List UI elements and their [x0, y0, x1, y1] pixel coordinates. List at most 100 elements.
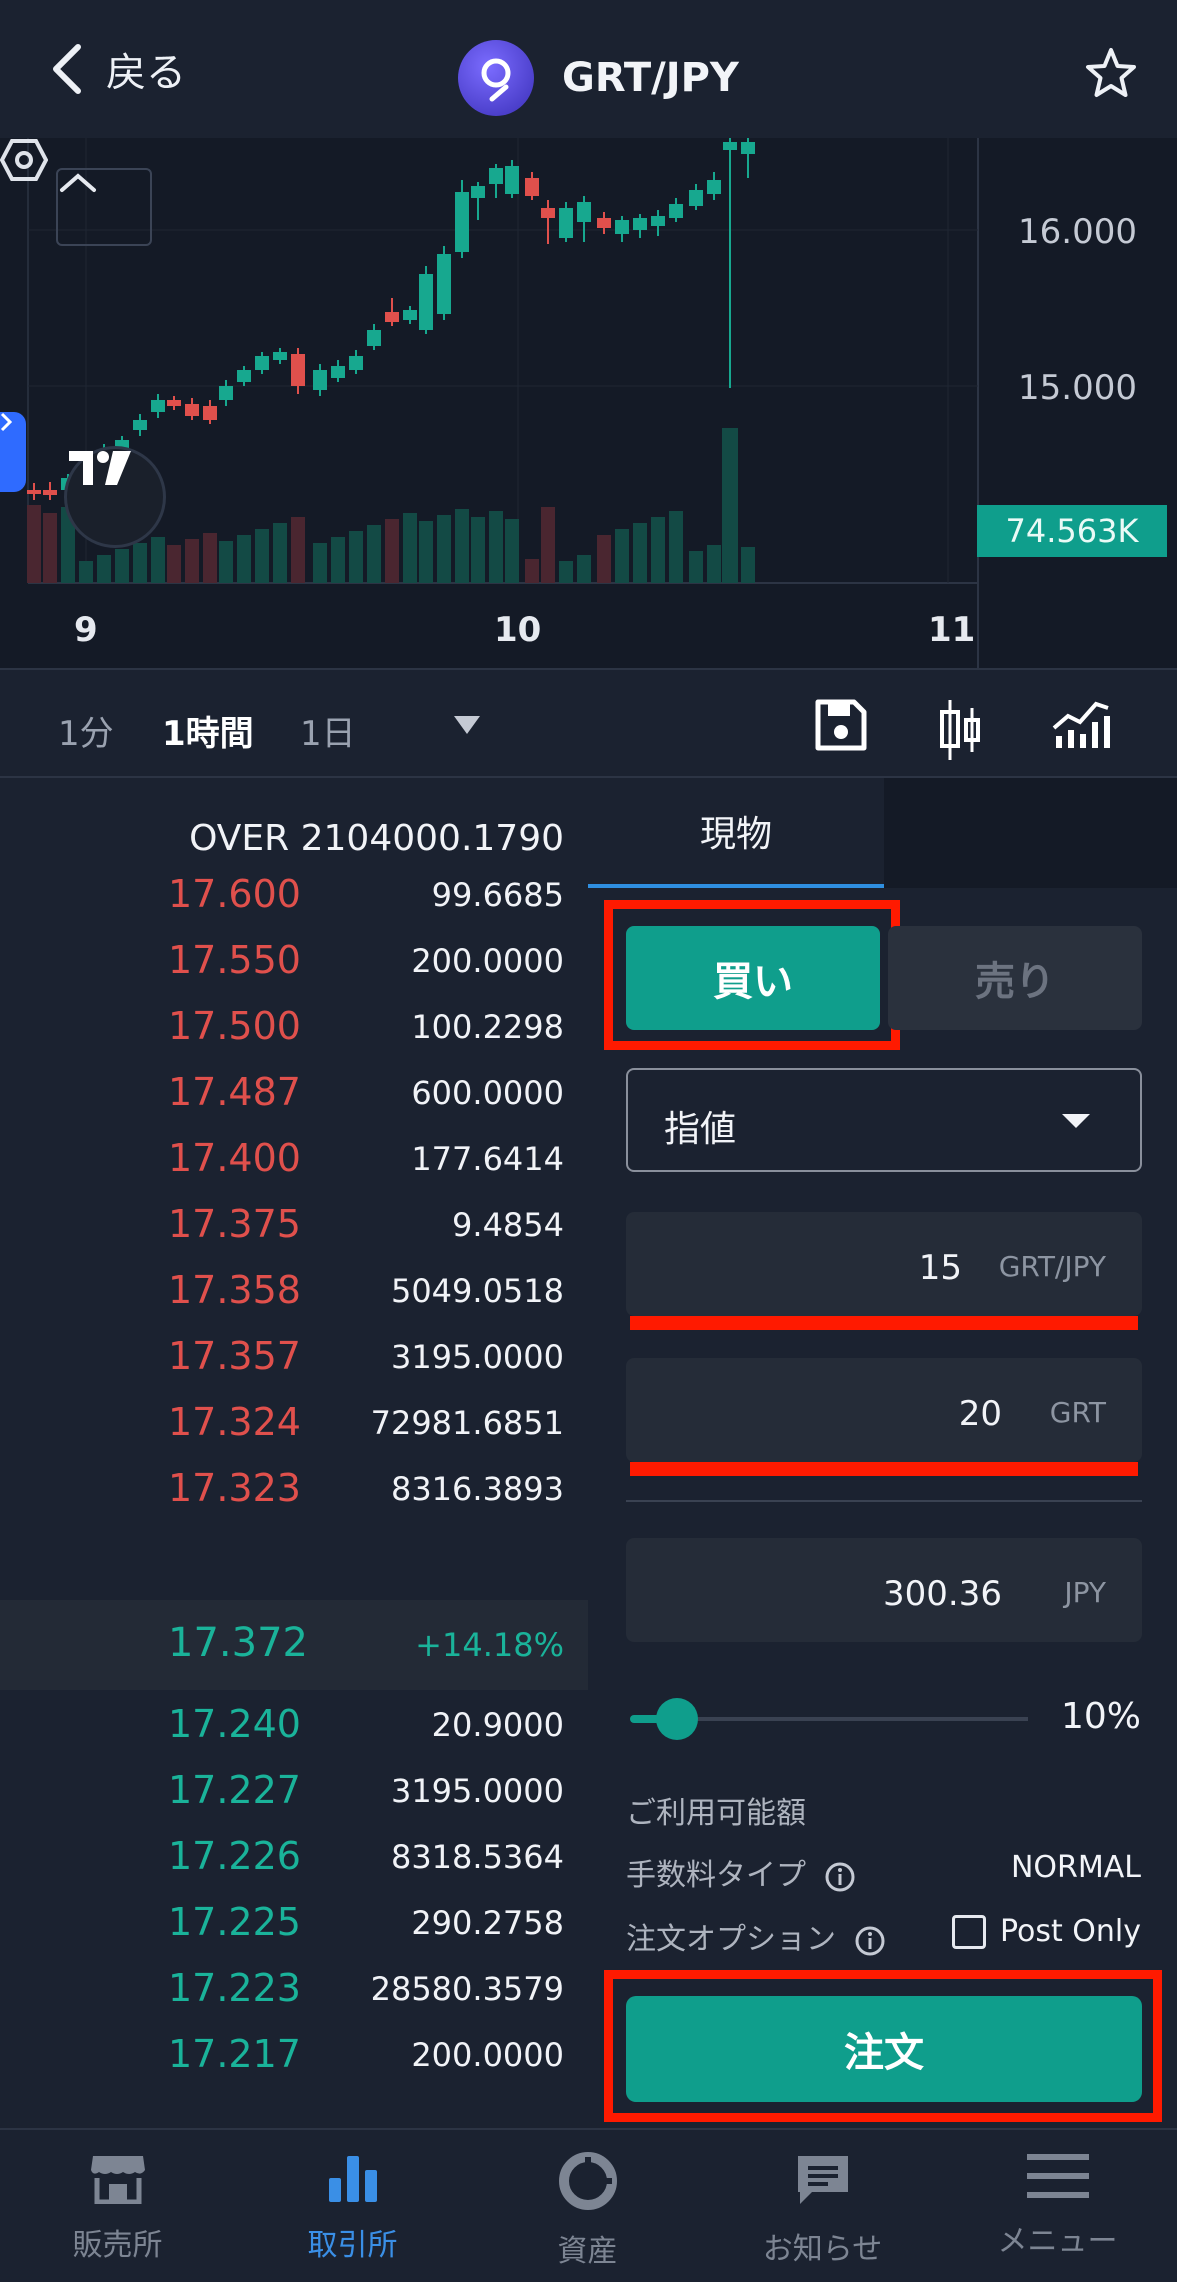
- ask-row[interactable]: 17.357 3195.0000: [0, 1324, 588, 1390]
- chevron-up-icon: [60, 173, 96, 192]
- bid-qty: 28580.3579: [370, 1970, 564, 2008]
- ask-price: 17.400: [168, 1136, 301, 1180]
- last-price: 17.372: [168, 1620, 308, 1666]
- ask-price: 17.550: [168, 938, 301, 982]
- order-type-select[interactable]: 指値: [626, 1068, 1142, 1172]
- ask-row[interactable]: 17.323 8316.3893: [0, 1456, 588, 1522]
- fee-type-row: 手数料タイプ: [626, 1850, 856, 1894]
- volume-badge: 74.563K: [977, 505, 1167, 557]
- ask-price: 17.487: [168, 1070, 301, 1114]
- amount-slider-thumb[interactable]: [656, 1698, 698, 1740]
- ask-price: 17.357: [168, 1334, 301, 1378]
- price-highlight-underline: [630, 1316, 1138, 1330]
- ask-price: 17.500: [168, 1004, 301, 1048]
- price-axis-label: 15.000: [1018, 368, 1137, 408]
- amount-slider-track[interactable]: [648, 1717, 1028, 1721]
- fee-type-value: NORMAL: [1010, 1850, 1141, 1885]
- bar-chart-icon: [328, 2156, 377, 2202]
- nav-label: 資産: [557, 2234, 618, 2269]
- post-only-checkbox[interactable]: [951, 1914, 986, 1949]
- total-input[interactable]: 300.36 JPY: [626, 1538, 1142, 1642]
- candle-style-icon[interactable]: [938, 698, 982, 762]
- save-icon[interactable]: [814, 698, 868, 752]
- side-panel-handle[interactable]: [0, 412, 26, 492]
- nav-item-notifications[interactable]: お知らせ: [705, 2152, 940, 2268]
- nav-item-exchange[interactable]: 取引所: [235, 2152, 470, 2264]
- nav-label: お知らせ: [762, 2232, 883, 2267]
- ask-price: 17.600: [168, 872, 301, 916]
- ask-row[interactable]: 17.550 200.0000: [0, 928, 588, 994]
- nav-item-assets[interactable]: 資産: [470, 2152, 705, 2270]
- ask-qty: 600.0000: [411, 1074, 564, 1112]
- bottom-nav: 販売所 取引所 資産 お知らせ メニュー: [0, 2128, 1177, 2282]
- bid-row[interactable]: 17.223 28580.3579: [0, 1956, 588, 2022]
- amount-value: 20: [958, 1394, 1002, 1434]
- ask-row[interactable]: 17.324 72981.6851: [0, 1390, 588, 1456]
- bid-row[interactable]: 17.217 200.0000: [0, 2022, 588, 2088]
- ask-row[interactable]: 17.375 9.4854: [0, 1192, 588, 1258]
- ask-row[interactable]: 17.358 5049.0518: [0, 1258, 588, 1324]
- ask-qty: 3195.0000: [390, 1338, 564, 1376]
- caret-down-icon: [1062, 1114, 1090, 1128]
- bid-qty: 3195.0000: [390, 1772, 564, 1810]
- time-axis-label: 11: [928, 610, 976, 650]
- bid-row[interactable]: 17.226 8318.5364: [0, 1824, 588, 1890]
- price-unit: GRT/JPY: [998, 1250, 1106, 1283]
- info-icon[interactable]: [854, 1925, 886, 1957]
- candlestick-chart[interactable]: 16.000 15.000 74.563K 9 10 11: [0, 138, 1177, 668]
- price-axis-label: 16.000: [1018, 212, 1137, 252]
- page-title: GRT/JPY: [562, 55, 739, 101]
- chart-settings-icon[interactable]: [0, 138, 48, 182]
- timeframe-1d[interactable]: 1日: [300, 706, 356, 755]
- bid-row[interactable]: 17.227 3195.0000: [0, 1758, 588, 1824]
- favorite-star-icon[interactable]: [1081, 44, 1141, 104]
- timeframe-dropdown-icon[interactable]: [452, 714, 482, 736]
- buy-highlight-box: [604, 900, 900, 1050]
- tab-spot[interactable]: 現物: [588, 778, 884, 888]
- bid-price: 17.240: [168, 1702, 301, 1746]
- post-only-option[interactable]: Post Only: [951, 1914, 1141, 1949]
- ask-row[interactable]: 17.400 177.6414: [0, 1126, 588, 1192]
- timeframe-1m[interactable]: 1分: [58, 706, 114, 755]
- divider: [626, 1500, 1142, 1502]
- order-book: OVER 2104000.1790 17.600 99.6685 17.550 200…: [0, 778, 588, 2128]
- nav-item-store[interactable]: 販売所: [0, 2152, 235, 2264]
- message-icon: [797, 2156, 848, 2204]
- top-bar: 戻る GRT/JPY: [0, 0, 1177, 138]
- order-option-row: 注文オプション: [626, 1914, 886, 1958]
- info-icon[interactable]: [824, 1861, 856, 1893]
- bid-row[interactable]: 17.240 20.9000: [0, 1692, 588, 1758]
- bid-price: 17.217: [168, 2032, 301, 2076]
- amount-unit: GRT: [1049, 1396, 1106, 1429]
- last-price-row: 17.372 +14.18%: [0, 1600, 588, 1690]
- ask-row[interactable]: 17.600 99.6685: [0, 862, 588, 928]
- ask-qty: 8316.3893: [390, 1470, 564, 1508]
- indicators-icon[interactable]: [1052, 698, 1110, 750]
- ask-qty: 100.2298: [411, 1008, 564, 1046]
- bid-price: 17.225: [168, 1900, 301, 1944]
- timeframe-1h[interactable]: 1時間: [162, 706, 254, 755]
- order-option-label: 注文オプション: [626, 1922, 836, 1957]
- pie-chart-icon: [558, 2152, 617, 2210]
- ask-row[interactable]: 17.487 600.0000: [0, 1060, 588, 1126]
- ask-price: 17.323: [168, 1466, 301, 1510]
- sell-button[interactable]: 売り: [888, 926, 1142, 1030]
- ask-row[interactable]: 17.500 100.2298: [0, 994, 588, 1060]
- ask-price: 17.375: [168, 1202, 301, 1246]
- ask-qty: 72981.6851: [370, 1404, 564, 1442]
- amount-input[interactable]: 20 GRT: [626, 1358, 1142, 1476]
- chevron-right-icon: [0, 412, 12, 432]
- bid-qty: 290.2758: [411, 1904, 564, 1942]
- bid-price: 17.223: [168, 1966, 301, 2010]
- collapse-chart-button[interactable]: [56, 168, 152, 246]
- back-button[interactable]: 戻る: [48, 40, 186, 98]
- price-input[interactable]: 15 GRT/JPY: [626, 1212, 1142, 1330]
- tradingview-logo-icon[interactable]: [64, 446, 166, 548]
- order-type-value: 指値: [664, 1109, 737, 1150]
- ask-qty: 5049.0518: [390, 1272, 564, 1310]
- nav-item-menu[interactable]: メニュー: [940, 2152, 1175, 2260]
- time-axis-label: 10: [494, 610, 542, 650]
- bid-price: 17.227: [168, 1768, 301, 1812]
- bid-qty: 8318.5364: [390, 1838, 564, 1876]
- bid-row[interactable]: 17.225 290.2758: [0, 1890, 588, 1956]
